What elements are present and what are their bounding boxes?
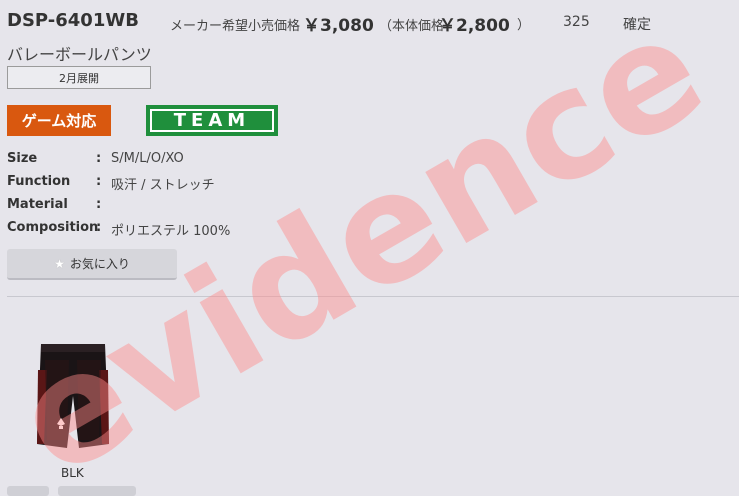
status-text: 確定 bbox=[623, 17, 651, 33]
spec-label: Size bbox=[7, 151, 38, 166]
team-badge: TEAM bbox=[146, 105, 278, 136]
spec-colon: : bbox=[96, 174, 102, 189]
spec-value: S/M/L/O/XO bbox=[111, 151, 184, 166]
product-name: バレーボールパンツ bbox=[7, 45, 152, 64]
divider bbox=[7, 296, 739, 297]
favorite-button-label: お気に入り bbox=[69, 257, 130, 271]
color-label: BLK bbox=[61, 466, 84, 480]
maker-price-label: メーカー希望小売価格 bbox=[170, 19, 301, 34]
spec-colon: : bbox=[96, 197, 102, 212]
base-price: ￥2,800 bbox=[439, 16, 510, 36]
product-thumbnail-blk[interactable] bbox=[35, 340, 111, 452]
maker-price: ￥3,080 bbox=[303, 16, 374, 36]
spec-label: Function bbox=[7, 174, 71, 189]
team-badge-label: TEAM bbox=[150, 109, 274, 132]
variant-button[interactable] bbox=[58, 486, 136, 496]
product-header: DSP-6401WB メーカー希望小売価格 ￥3,080 （本体価格 ￥2,80… bbox=[7, 10, 732, 36]
spec-label: Material bbox=[7, 197, 68, 212]
product-number: 325 bbox=[563, 14, 590, 30]
variant-button[interactable] bbox=[7, 486, 49, 496]
product-code: DSP-6401WB bbox=[7, 10, 139, 31]
spec-colon: : bbox=[96, 220, 102, 235]
game-badge: ゲーム対応 bbox=[7, 105, 111, 136]
favorite-button[interactable]: ★ お気に入り bbox=[7, 249, 177, 280]
base-price-label: （本体価格 bbox=[379, 19, 445, 34]
star-icon: ★ bbox=[54, 256, 65, 271]
base-price-paren-close: ） bbox=[517, 18, 531, 33]
spec-value: ポリエステル 100% bbox=[111, 224, 231, 239]
release-badge: 2月展開 bbox=[7, 66, 151, 89]
spec-value: 吸汗 / ストレッチ bbox=[111, 178, 215, 193]
spec-label: Composition bbox=[7, 220, 99, 235]
spec-colon: : bbox=[96, 151, 102, 166]
